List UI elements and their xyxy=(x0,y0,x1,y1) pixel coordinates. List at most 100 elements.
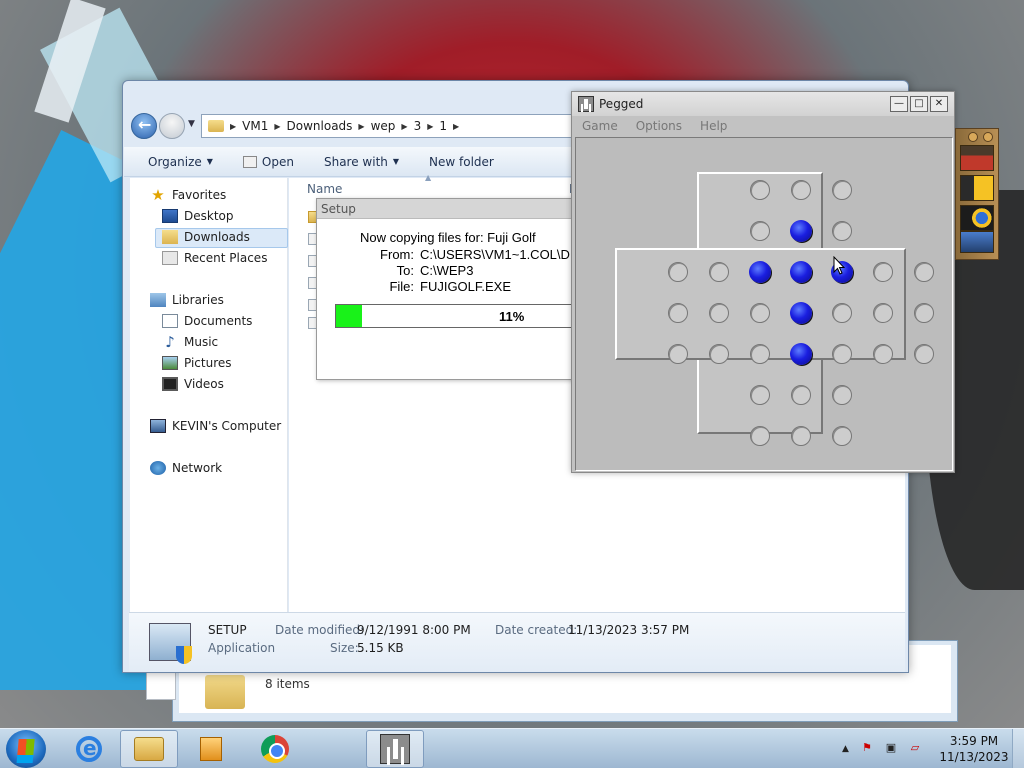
peg[interactable] xyxy=(790,220,812,242)
show-desktop-button[interactable] xyxy=(1012,729,1024,768)
peg-hole[interactable] xyxy=(873,344,893,364)
peg-hole[interactable] xyxy=(709,262,729,282)
peg-hole[interactable] xyxy=(791,426,811,446)
menu-help[interactable]: Help xyxy=(700,116,727,136)
taskbar: ▲ ⚑ ▣ ▱ 3:59 PM 11/13/2023 xyxy=(0,728,1024,768)
pegged-app-icon[interactable] xyxy=(578,96,594,112)
peg[interactable] xyxy=(790,261,812,283)
setup-title-bar[interactable]: Setup xyxy=(317,199,573,219)
menu-options[interactable]: Options xyxy=(636,116,682,136)
network-status-icon[interactable]: ▣ xyxy=(883,741,899,757)
peg-hole[interactable] xyxy=(832,344,852,364)
minimize-button[interactable]: — xyxy=(890,96,908,112)
peg-hole[interactable] xyxy=(914,303,934,323)
breadcrumb-wep[interactable]: wep xyxy=(371,119,396,133)
nav-recent-places[interactable]: Recent Places xyxy=(162,251,267,265)
nav-network[interactable]: Network xyxy=(150,461,222,475)
peg-hole[interactable] xyxy=(791,180,811,200)
new-folder-button[interactable]: New folder xyxy=(429,155,494,169)
peg[interactable] xyxy=(790,302,812,324)
breadcrumb-3[interactable]: 3 xyxy=(414,119,422,133)
taskbar-media-player[interactable] xyxy=(182,730,240,768)
share-with-label: Share with xyxy=(323,154,388,169)
desktop-gadget[interactable] xyxy=(955,128,999,260)
peg[interactable] xyxy=(749,261,771,283)
column-header-name[interactable]: Name xyxy=(307,182,342,196)
system-clock[interactable]: 3:59 PM 11/13/2023 xyxy=(936,733,1012,765)
chevron-right-icon[interactable]: ▶ xyxy=(427,122,433,131)
peg-hole[interactable] xyxy=(750,344,770,364)
breadcrumb-vm1[interactable]: VM1 xyxy=(242,119,268,133)
peg-hole[interactable] xyxy=(791,385,811,405)
open-button[interactable]: Open xyxy=(242,154,294,169)
nav-libraries-label: Libraries xyxy=(172,293,224,307)
chevron-right-icon[interactable]: ▶ xyxy=(358,122,364,131)
peg-hole[interactable] xyxy=(873,262,893,282)
nav-pictures[interactable]: Pictures xyxy=(162,356,232,370)
gadget-settings-icon[interactable] xyxy=(983,132,993,142)
setup-dialog[interactable]: Setup Now copying files for: Fuji Golf F… xyxy=(316,198,574,380)
taskbar-pegged[interactable] xyxy=(366,730,424,768)
nav-documents[interactable]: Documents xyxy=(162,314,252,328)
organize-button[interactable]: Organize ▼ xyxy=(148,155,213,169)
nav-desktop[interactable]: Desktop xyxy=(162,209,234,223)
breadcrumb-downloads[interactable]: Downloads xyxy=(287,119,353,133)
taskbar-windows-explorer[interactable] xyxy=(120,730,178,768)
peg-hole[interactable] xyxy=(914,262,934,282)
taskbar-internet-explorer[interactable] xyxy=(60,730,118,768)
clock-time: 3:59 PM xyxy=(949,734,999,748)
close-button[interactable]: ✕ xyxy=(930,96,948,112)
pegged-window[interactable]: Pegged — □ ✕ Game Options Help xyxy=(571,91,955,473)
forward-button[interactable] xyxy=(159,113,185,139)
nav-computer[interactable]: KEVIN's Computer xyxy=(150,419,281,433)
maximize-button[interactable]: □ xyxy=(910,96,928,112)
open-label: Open xyxy=(261,154,294,169)
from-path: C:\USERS\VM1~1.COL\D xyxy=(420,247,570,262)
peg-hole[interactable] xyxy=(914,344,934,364)
show-hidden-icons-icon[interactable]: ▲ xyxy=(842,744,849,754)
nav-libraries[interactable]: Libraries xyxy=(150,293,224,307)
from-label: From: xyxy=(380,247,414,262)
recent-pages-dropdown-icon[interactable]: ▼ xyxy=(188,119,195,129)
breadcrumb-1[interactable]: 1 xyxy=(439,119,447,133)
peg-hole[interactable] xyxy=(668,303,688,323)
nav-videos[interactable]: Videos xyxy=(162,377,224,391)
details-pane: SETUP Application Date modified: 9/12/19… xyxy=(129,612,905,672)
nav-downloads[interactable]: Downloads xyxy=(162,230,250,244)
peg[interactable] xyxy=(790,343,812,365)
peg-hole[interactable] xyxy=(750,385,770,405)
peg-hole[interactable] xyxy=(668,262,688,282)
share-with-button[interactable]: Share with ▼ xyxy=(324,155,399,169)
pegged-title-bar[interactable]: Pegged — □ ✕ xyxy=(572,92,954,116)
nav-favorites[interactable]: ★ Favorites xyxy=(150,188,226,203)
peg-hole[interactable] xyxy=(709,344,729,364)
peg-hole[interactable] xyxy=(832,385,852,405)
pictures-icon xyxy=(162,356,178,370)
nav-music[interactable]: ♪ Music xyxy=(162,335,218,350)
peg-hole[interactable] xyxy=(873,303,893,323)
chevron-right-icon[interactable]: ▶ xyxy=(274,122,280,131)
peg-hole[interactable] xyxy=(832,180,852,200)
menu-game[interactable]: Game xyxy=(582,116,618,136)
peg-hole[interactable] xyxy=(750,426,770,446)
setup-application-icon xyxy=(149,623,192,664)
taskbar-chrome[interactable] xyxy=(246,730,304,768)
peg-hole[interactable] xyxy=(832,221,852,241)
file-label: File: xyxy=(389,279,414,294)
peg-hole[interactable] xyxy=(832,426,852,446)
peg-hole[interactable] xyxy=(750,303,770,323)
chevron-right-icon[interactable]: ▶ xyxy=(230,122,236,131)
peg-hole[interactable] xyxy=(709,303,729,323)
peg-hole[interactable] xyxy=(668,344,688,364)
chevron-right-icon[interactable]: ▶ xyxy=(453,122,459,131)
volume-muted-icon[interactable]: ▱ xyxy=(907,741,923,757)
peg-hole[interactable] xyxy=(832,303,852,323)
sort-indicator-icon: ▲ xyxy=(425,173,432,182)
peg-hole[interactable] xyxy=(750,180,770,200)
chevron-right-icon[interactable]: ▶ xyxy=(401,122,407,131)
start-button[interactable] xyxy=(6,730,46,768)
action-center-flag-icon[interactable]: ⚑ xyxy=(859,741,875,757)
gadget-help-icon[interactable] xyxy=(968,132,978,142)
peg-hole[interactable] xyxy=(750,221,770,241)
back-button[interactable]: ← xyxy=(131,113,157,139)
